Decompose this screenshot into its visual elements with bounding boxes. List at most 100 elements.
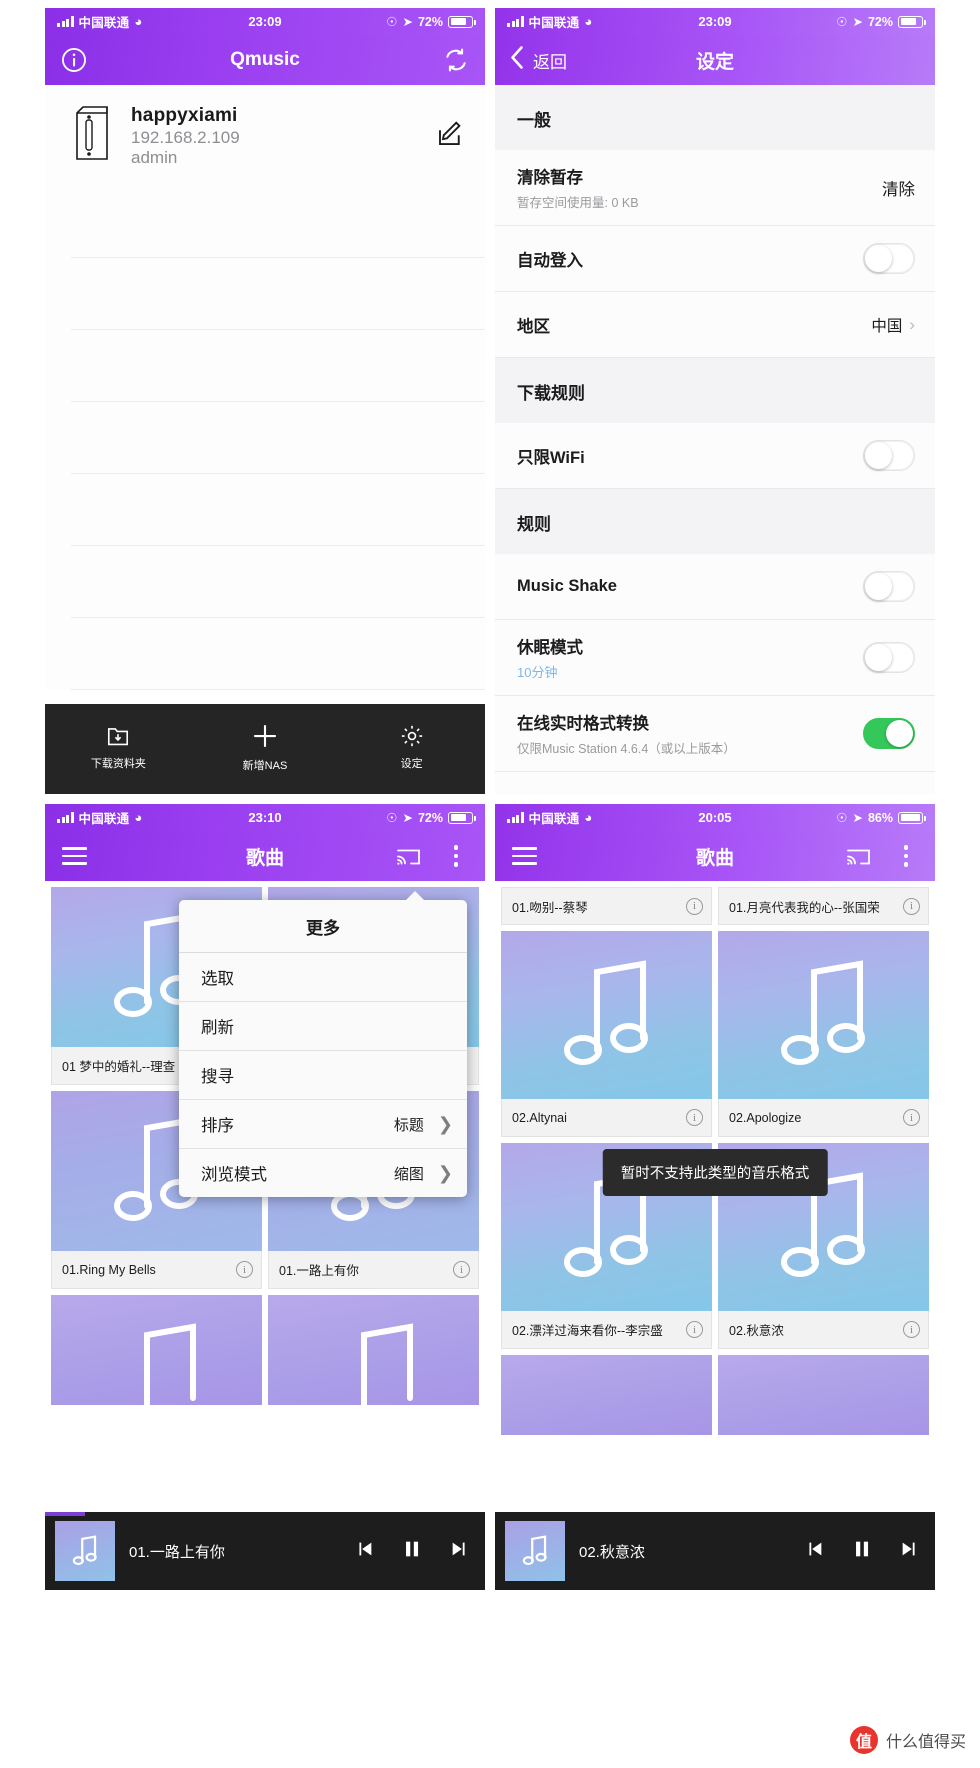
song-cell[interactable] (268, 1295, 479, 1405)
tab-settings[interactable]: 设定 (357, 723, 467, 771)
player-song-title: 02.秋意浓 (579, 1543, 645, 1561)
album-art (718, 1355, 929, 1435)
menu-item-sort[interactable]: 排序 标题 ❯ (179, 1100, 467, 1149)
skip-next-icon[interactable] (899, 1538, 921, 1565)
song-cell[interactable] (51, 1295, 262, 1405)
setting-label: 自动登入 (517, 251, 583, 270)
song-cell[interactable] (501, 1355, 712, 1435)
list-item[interactable] (71, 618, 485, 690)
more-menu-popup: 更多 选取 刷新 搜寻 排序 标题 ❯ 浏览模式 缩图 ❯ (179, 891, 467, 1197)
chromecast-icon[interactable] (393, 841, 423, 871)
list-item[interactable] (71, 186, 485, 258)
tab-label: 新增NAS (242, 760, 288, 772)
popup-title: 更多 (179, 900, 467, 953)
menu-item-label: 选取 (201, 970, 234, 988)
setting-row-wifi-only[interactable]: 只限WiFi (495, 423, 935, 489)
nav-right-group (393, 841, 471, 871)
pause-icon[interactable] (401, 1537, 423, 1566)
list-item[interactable] (71, 330, 485, 402)
rotation-lock-icon: ☉ (836, 811, 848, 825)
song-caption: 02.秋意浓 i (718, 1311, 929, 1349)
battery-percent: 72% (867, 14, 893, 29)
hamburger-icon[interactable] (59, 841, 89, 871)
skip-previous-icon[interactable] (803, 1538, 825, 1565)
song-title: 01.吻别--蔡琴 (512, 900, 588, 915)
list-item[interactable] (71, 546, 485, 618)
nas-user: admin (131, 148, 178, 167)
menu-item-label: 搜寻 (201, 1068, 234, 1086)
battery-percent: 72% (417, 14, 443, 29)
album-art (501, 931, 712, 1099)
sleep-mode-toggle[interactable] (863, 642, 915, 673)
info-icon[interactable]: i (453, 1261, 470, 1278)
info-icon[interactable]: i (236, 1261, 253, 1278)
clear-button[interactable]: 清除 (882, 176, 915, 200)
pause-icon[interactable] (851, 1537, 873, 1566)
setting-label: 在线实时格式转换 (517, 715, 649, 733)
skip-previous-icon[interactable] (353, 1538, 375, 1565)
setting-row-clear-cache[interactable]: 清除暂存 暂存空间使用量: 0 KB 清除 (495, 150, 935, 226)
menu-item-browse-mode[interactable]: 浏览模式 缩图 ❯ (179, 1149, 467, 1197)
setting-label: 清除暂存 (517, 169, 583, 187)
wifi-only-toggle[interactable] (863, 440, 915, 471)
tab-add-nas[interactable]: 新增NAS (210, 721, 320, 773)
back-button[interactable]: 返回 (509, 45, 567, 75)
more-vertical-icon[interactable] (891, 841, 921, 871)
music-shake-toggle[interactable] (863, 571, 915, 602)
watermark-text: 什么值得买 (885, 1734, 966, 1751)
section-header-download-rules: 下载规则 (495, 358, 935, 423)
setting-label: 休眠模式 (517, 639, 583, 657)
list-item[interactable] (71, 402, 485, 474)
song-cell[interactable]: 01.月亮代表我的心--张国荣 i (718, 887, 929, 925)
song-cell[interactable] (718, 1355, 929, 1435)
setting-sublabel: 暂存空间使用量: 0 KB (517, 196, 639, 210)
info-icon[interactable]: i (903, 1321, 920, 1338)
song-title: 01.Ring My Bells (62, 1262, 156, 1277)
wifi-icon: ◕ (584, 810, 593, 825)
menu-item-select[interactable]: 选取 (179, 953, 467, 1002)
status-right: ☉ ➤ 72% (386, 810, 476, 825)
setting-row-sleep-mode[interactable]: 休眠模式 10分钟 (495, 620, 935, 696)
setting-row-realtime-transcode[interactable]: 在线实时格式转换 仅限Music Station 4.6.4（或以上版本） (495, 696, 935, 772)
info-icon[interactable]: i (686, 897, 703, 915)
setting-row-auto-login[interactable]: 自动登入 (495, 226, 935, 292)
song-cell[interactable]: 02.Apologize i (718, 931, 929, 1137)
status-bar: 中国联通 ◕ 23:09 ☉ ➤ 72% (495, 8, 935, 35)
auto-login-toggle[interactable] (863, 243, 915, 274)
rotation-lock-icon: ☉ (386, 15, 398, 29)
list-item[interactable] (71, 474, 485, 546)
status-right: ☉ ➤ 72% (836, 14, 926, 29)
menu-item-search[interactable]: 搜寻 (179, 1051, 467, 1100)
refresh-icon[interactable] (441, 45, 471, 75)
more-vertical-icon[interactable] (441, 841, 471, 871)
signal-bars-icon (57, 812, 74, 823)
song-cell[interactable]: 02.Altynai i (501, 931, 712, 1137)
song-cell[interactable]: 01.吻别--蔡琴 i (501, 887, 712, 925)
info-circle-icon[interactable] (59, 45, 89, 75)
nas-name: happyxiami (131, 105, 238, 126)
location-arrow-icon: ➤ (852, 811, 863, 825)
list-item[interactable] (71, 258, 485, 330)
setting-sublabel: 仅限Music Station 4.6.4（或以上版本） (517, 742, 736, 756)
setting-row-region[interactable]: 地区 中国 › (495, 292, 935, 358)
realtime-transcode-toggle[interactable] (863, 718, 915, 749)
nas-entry-row[interactable]: happyxiami 192.168.2.109 admin (45, 85, 485, 186)
song-caption: 01.一路上有你 i (268, 1251, 479, 1289)
hamburger-icon[interactable] (509, 841, 539, 871)
status-bar: 中国联通 ◕ 23:10 ☉ ➤ 72% (45, 804, 485, 831)
album-art (718, 931, 929, 1099)
setting-control[interactable]: 清除 (882, 176, 915, 200)
info-icon[interactable]: i (686, 1109, 703, 1126)
info-icon[interactable]: i (903, 897, 920, 915)
empty-nas-list (45, 186, 485, 690)
edit-pencil-icon[interactable] (435, 119, 465, 154)
song-title: 02.秋意浓 (729, 1324, 784, 1338)
skip-next-icon[interactable] (449, 1538, 471, 1565)
info-icon[interactable]: i (903, 1109, 920, 1126)
chromecast-icon[interactable] (843, 841, 873, 871)
panel-songs-menu: 中国联通 ◕ 23:10 ☉ ➤ 72% 歌曲 01 梦中的婚礼--理查 01.… (45, 804, 485, 1590)
menu-item-refresh[interactable]: 刷新 (179, 1002, 467, 1051)
tab-download-folder[interactable]: 下载资料夹 (63, 723, 173, 771)
info-icon[interactable]: i (686, 1321, 703, 1338)
setting-row-music-shake[interactable]: Music Shake (495, 554, 935, 620)
